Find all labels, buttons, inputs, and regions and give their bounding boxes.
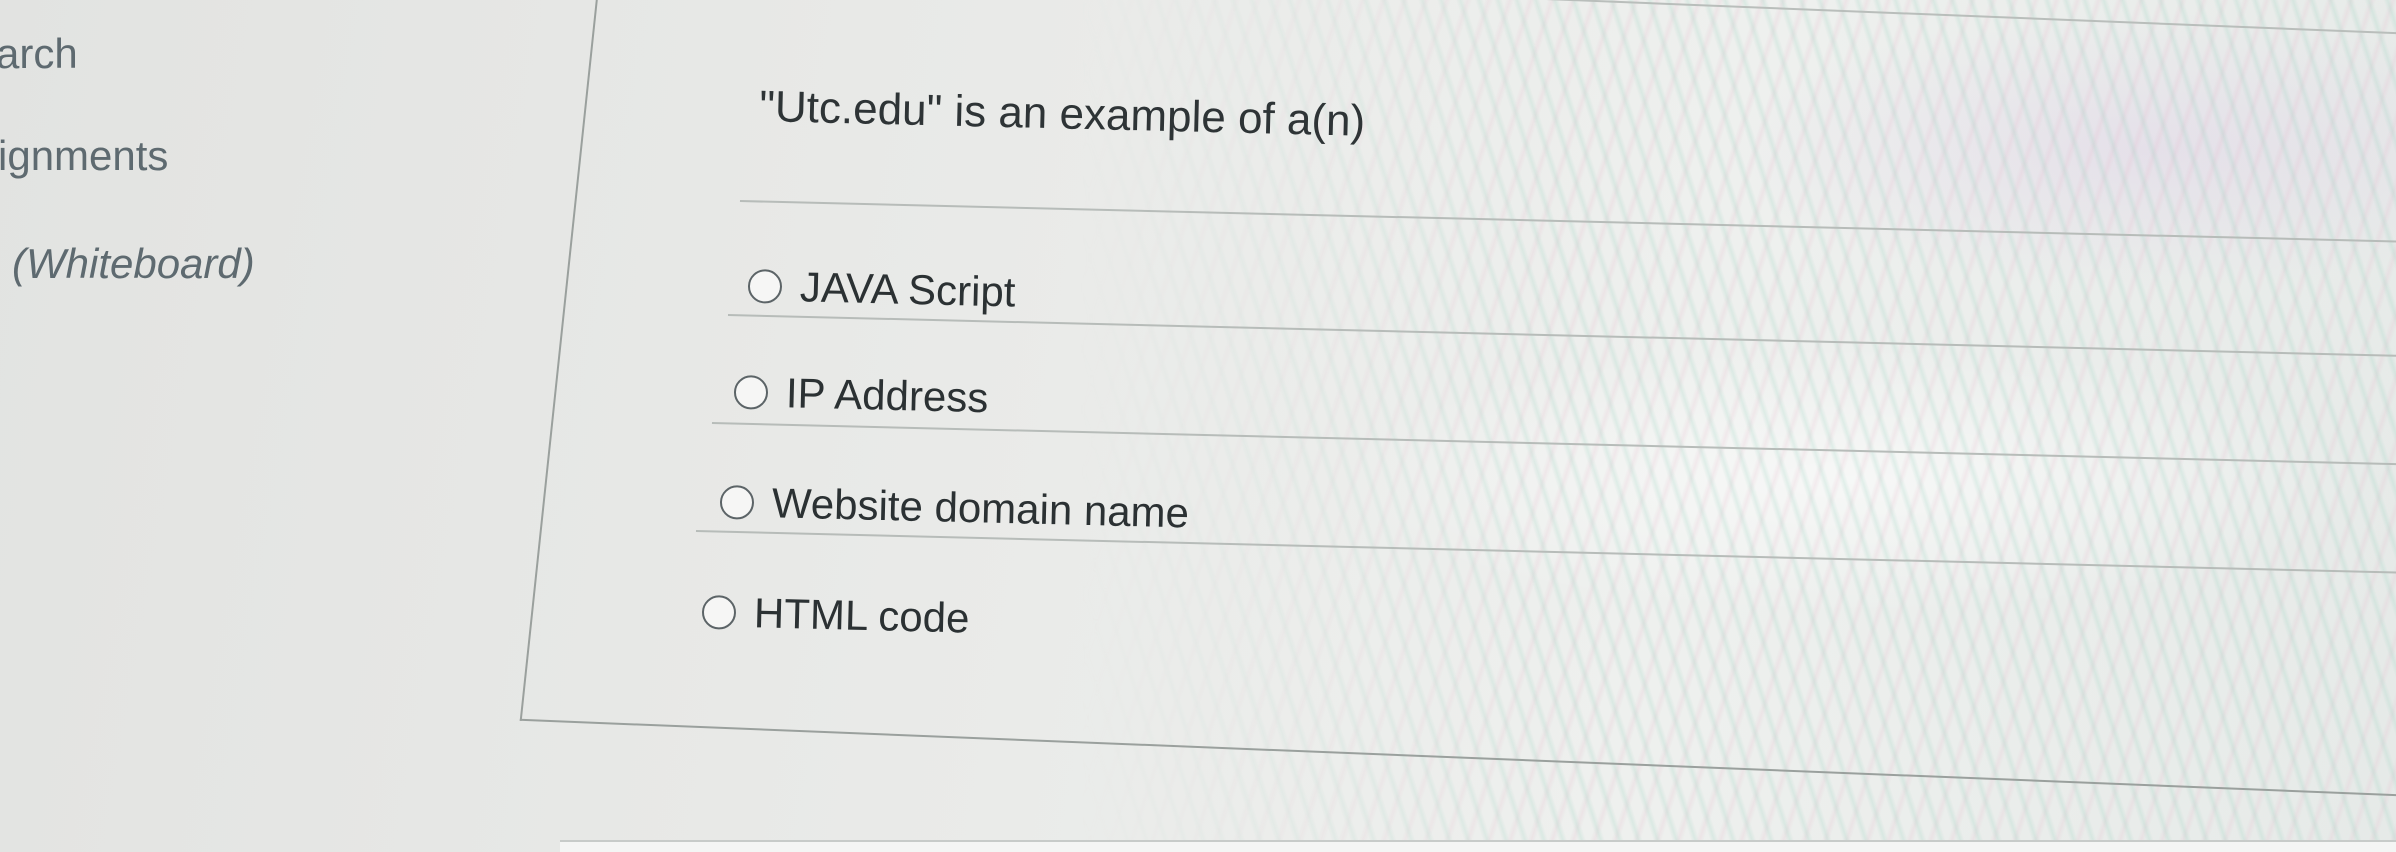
option-java-script[interactable]: JAVA Script — [747, 262, 1016, 317]
screen: arch ignments (Whiteboard) "Utc.edu" is … — [0, 0, 2396, 852]
sidebar-item-search[interactable]: arch — [0, 30, 78, 78]
radio-unselected-icon[interactable] — [701, 595, 737, 630]
radio-unselected-icon[interactable] — [733, 375, 769, 410]
option-label: JAVA Script — [799, 263, 1017, 316]
option-label: Website domain name — [771, 479, 1190, 537]
option-html-code[interactable]: HTML code — [701, 588, 970, 643]
option-label: IP Address — [785, 369, 989, 422]
option-ip-address[interactable]: IP Address — [733, 368, 989, 422]
sidebar-item-assignments[interactable]: ignments — [0, 132, 168, 180]
sidebar-item-whiteboard[interactable]: (Whiteboard) — [12, 240, 255, 288]
radio-unselected-icon[interactable] — [719, 485, 755, 520]
bottom-bar — [560, 840, 2396, 852]
option-label: HTML code — [753, 589, 971, 642]
radio-unselected-icon[interactable] — [747, 269, 783, 304]
